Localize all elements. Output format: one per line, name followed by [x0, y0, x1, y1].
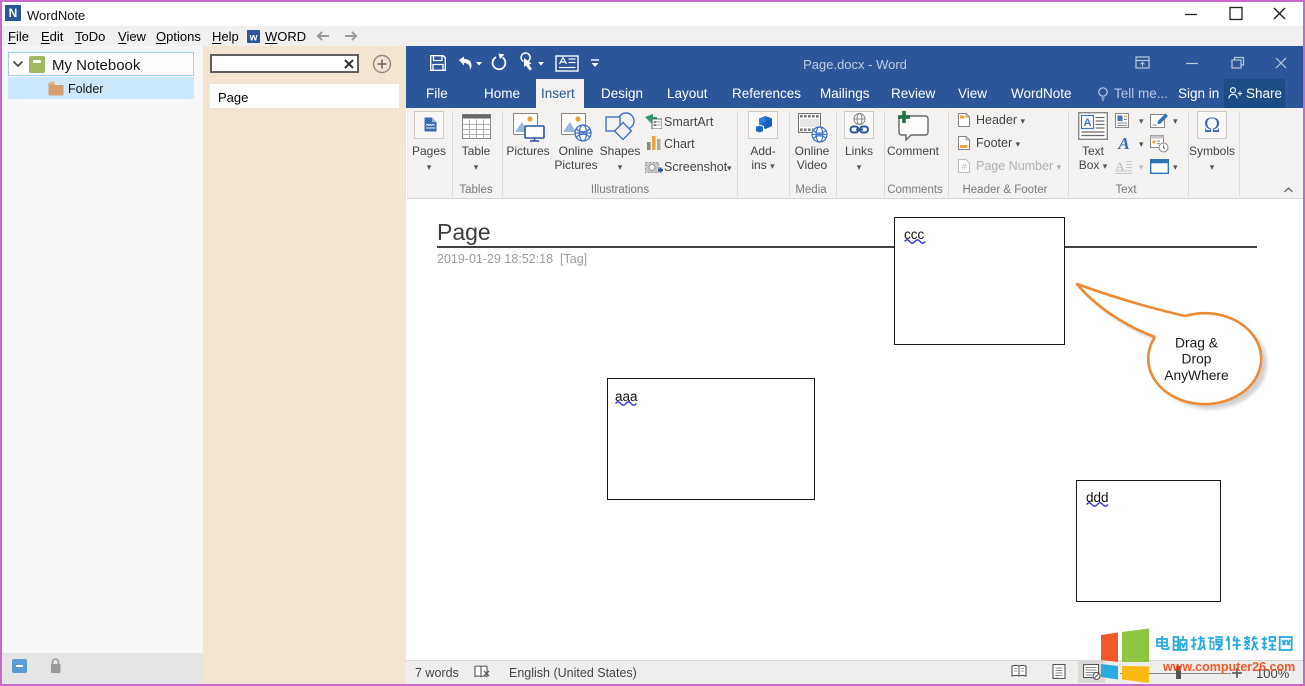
svg-text:#: #: [961, 162, 966, 172]
svg-text:A: A: [1117, 135, 1129, 152]
svg-text:AnyWhere: AnyWhere: [1164, 368, 1229, 383]
svg-text:Drop: Drop: [1182, 352, 1212, 367]
svg-text:A: A: [1084, 117, 1092, 129]
svg-text:Drag &: Drag &: [1175, 336, 1218, 351]
svg-text:w: w: [249, 33, 258, 44]
svg-text:www.computer26.com: www.computer26.com: [1162, 660, 1295, 674]
